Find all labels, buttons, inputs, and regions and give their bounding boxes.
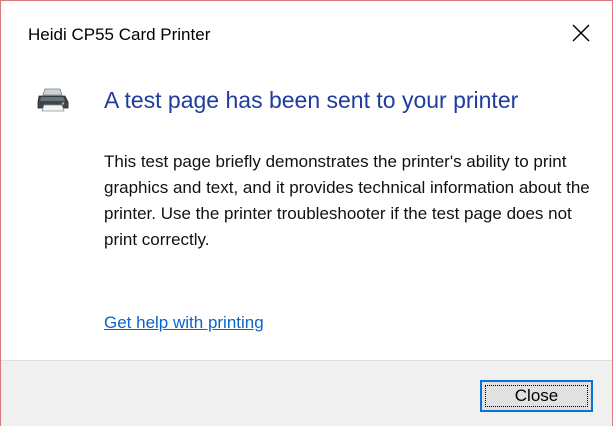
test-page-dialog: Heidi CP55 Card Printer A test page has …: [0, 0, 613, 426]
close-icon[interactable]: [567, 19, 595, 47]
dialog-footer: Close: [1, 360, 612, 426]
help-link[interactable]: Get help with printing: [104, 313, 264, 333]
dialog-heading: A test page has been sent to your printe…: [104, 87, 519, 113]
dialog-message: This test page briefly demonstrates the …: [104, 152, 590, 249]
close-button[interactable]: Close: [480, 380, 593, 412]
printer-icon: [36, 87, 70, 113]
title-bar[interactable]: Heidi CP55 Card Printer: [1, 1, 612, 67]
window-title: Heidi CP55 Card Printer: [28, 25, 211, 44]
close-button-label: Close: [514, 386, 559, 405]
